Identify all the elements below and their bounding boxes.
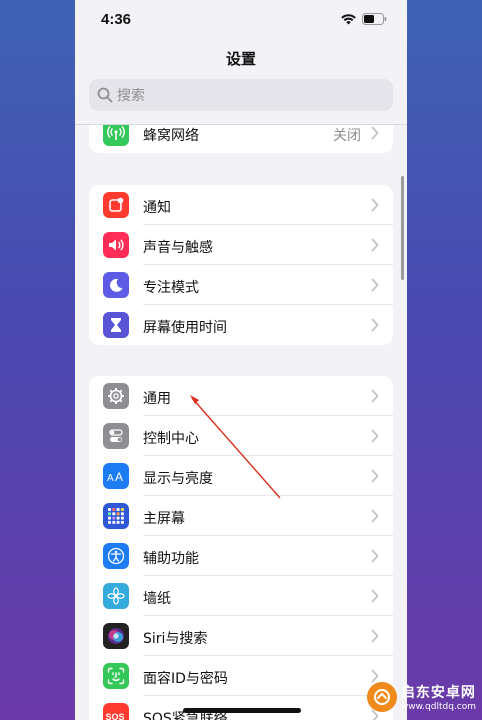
row-value: 关闭 (333, 128, 361, 144)
chevron-right-icon (371, 469, 379, 483)
chevron-right-icon (371, 509, 379, 523)
row-cellular[interactable]: 蜂窝网络 关闭 (89, 125, 393, 153)
watermark-url: www.qdltdq.com (400, 702, 476, 712)
row-screen-time[interactable]: 屏幕使用时间 (89, 305, 393, 345)
scrollbar[interactable] (401, 176, 404, 280)
row-label: 通用 (143, 391, 171, 407)
faceid-icon (103, 663, 129, 689)
status-icons (341, 13, 387, 25)
svg-text:A: A (107, 473, 114, 483)
group-cellular: 蜂窝网络 关闭 (89, 125, 393, 153)
watermark: 启东安卓网 www.qdltdq.com (366, 682, 476, 712)
gear-icon (103, 383, 129, 409)
chevron-right-icon (371, 126, 379, 140)
chevron-right-icon (371, 278, 379, 292)
row-label: 墙纸 (143, 591, 171, 607)
chevron-right-icon (371, 669, 379, 683)
row-general[interactable]: 通用 (89, 376, 393, 416)
hourglass-icon (103, 312, 129, 338)
wifi-icon (341, 13, 356, 24)
row-home-screen[interactable]: 主屏幕 (89, 496, 393, 536)
svg-text:A: A (115, 470, 123, 483)
row-control-center[interactable]: 控制中心 (89, 416, 393, 456)
header-divider (75, 124, 407, 125)
text-size-icon: A A (103, 463, 129, 489)
chevron-right-icon (371, 429, 379, 443)
chevron-right-icon (371, 238, 379, 252)
row-label: 辅助功能 (143, 551, 199, 567)
row-label: 声音与触感 (143, 240, 213, 256)
accessibility-icon (103, 543, 129, 569)
home-grid-icon (103, 503, 129, 529)
speaker-icon (103, 232, 129, 258)
row-label: 蜂窝网络 (143, 128, 199, 144)
group-notifications: 通知 声音与触感 专注模式 屏幕使用时间 (89, 185, 393, 345)
search-field[interactable]: 搜索 (89, 79, 393, 111)
row-label: 面容ID与密码 (143, 671, 228, 687)
home-indicator[interactable] (183, 708, 301, 713)
watermark-text: 启东安卓网 www.qdltdq.com (401, 682, 476, 712)
bell-icon (103, 192, 129, 218)
sos-icon: SOS (103, 703, 129, 720)
row-label: Siri与搜索 (143, 631, 208, 647)
row-sounds[interactable]: 声音与触感 (89, 225, 393, 265)
row-label: 显示与亮度 (143, 471, 213, 487)
chevron-right-icon (371, 198, 379, 212)
search-icon (97, 87, 113, 103)
flower-icon (103, 583, 129, 609)
group-general: 通用 控制中心 A A 显示与亮度 主屏幕 辅助功能 墙纸 Siri与搜索 面容… (89, 376, 393, 720)
watermark-name: 启东安卓网 (400, 685, 476, 701)
search-placeholder: 搜索 (117, 88, 145, 104)
row-label: 通知 (143, 200, 171, 216)
toggles-icon (103, 423, 129, 449)
row-siri[interactable]: Siri与搜索 (89, 616, 393, 656)
moon-icon (103, 272, 129, 298)
row-label: 屏幕使用时间 (143, 320, 227, 336)
row-wallpaper[interactable]: 墙纸 (89, 576, 393, 616)
row-face-id[interactable]: 面容ID与密码 (89, 656, 393, 696)
row-label: 专注模式 (143, 280, 199, 296)
battery-icon (362, 13, 387, 25)
settings-screen: 4:36 设置 搜索 蜂窝网络 关闭 通知 声音与触感 专注模式 屏幕使用时间 … (75, 0, 407, 720)
row-display[interactable]: A A 显示与亮度 (89, 456, 393, 496)
status-bar: 4:36 (75, 0, 407, 40)
row-label: 控制中心 (143, 431, 199, 447)
row-accessibility[interactable]: 辅助功能 (89, 536, 393, 576)
row-notifications[interactable]: 通知 (89, 185, 393, 225)
row-focus[interactable]: 专注模式 (89, 265, 393, 305)
chevron-right-icon (371, 589, 379, 603)
chevron-right-icon (371, 389, 379, 403)
row-label: 主屏幕 (143, 511, 185, 527)
svg-text:SOS: SOS (106, 712, 125, 720)
chevron-right-icon (371, 318, 379, 332)
chevron-right-icon (371, 549, 379, 563)
siri-icon (103, 623, 129, 649)
status-time: 4:36 (101, 11, 132, 28)
watermark-logo-icon (366, 682, 397, 712)
page-title: 设置 (225, 50, 256, 68)
chevron-right-icon (371, 629, 379, 643)
